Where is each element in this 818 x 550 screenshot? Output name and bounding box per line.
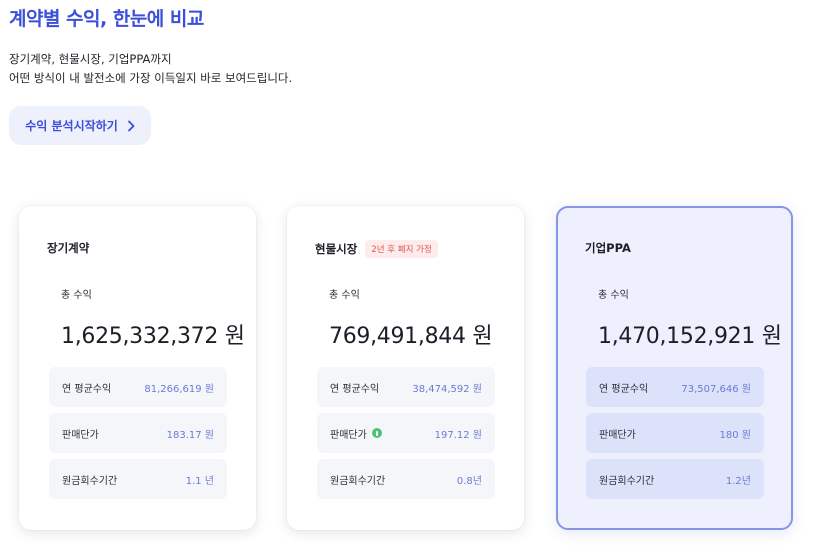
- stat-label-wrap: 판매단가: [330, 426, 382, 441]
- total-revenue-value: 769,491,844 원: [329, 324, 493, 349]
- stat-label: 연 평균수익: [330, 383, 380, 395]
- total-revenue-value: 1,625,332,372 원: [61, 324, 245, 349]
- start-analysis-button[interactable]: 수익 분석시작하기: [9, 106, 151, 145]
- stat-label: 판매단가: [330, 429, 367, 441]
- stat-value: 81,266,619 원: [144, 383, 214, 395]
- card-title-text: 현물시장: [315, 242, 358, 256]
- stat-sale-price: 판매단가 183.17 원: [49, 413, 227, 453]
- stat-value: 38,474,592 원: [412, 383, 482, 395]
- total-revenue-label: 총 수익: [329, 290, 360, 301]
- stat-value: 183.17 원: [166, 429, 214, 441]
- page-title: 계약별 수익, 한눈에 비교: [9, 8, 204, 30]
- stat-label: 판매단가: [599, 429, 636, 441]
- stat-annual-average-revenue: 연 평균수익 38,474,592 원: [317, 367, 495, 407]
- stat-value: 1.1 년: [185, 475, 214, 487]
- page-description: 장기계약, 현물시장, 기업PPA까지 어떤 방식이 내 발전소에 가장 이득일…: [9, 50, 292, 88]
- start-analysis-label: 수익 분석시작하기: [25, 119, 118, 133]
- card-long-term-contract[interactable]: 장기계약 총 수익 1,625,332,372 원 연 평균수익 81,266,…: [19, 206, 256, 530]
- stat-value: 73,507,646 원: [681, 383, 751, 395]
- total-revenue-label: 총 수익: [598, 290, 629, 301]
- stat-value: 0.8년: [456, 475, 482, 487]
- stat-label: 원금회수기간: [62, 475, 118, 487]
- card-title-text: 장기계약: [47, 241, 90, 255]
- stat-annual-average-revenue: 연 평균수익 81,266,619 원: [49, 367, 227, 407]
- stat-value: 197.12 원: [434, 429, 482, 441]
- stat-payback-period: 원금회수기간 1.2년: [586, 459, 764, 499]
- card-spot-market[interactable]: 현물시장 2년 후 폐지 가정 총 수익 769,491,844 원 연 평균수…: [287, 206, 524, 530]
- stat-label: 판매단가: [62, 429, 99, 441]
- card-title: 장기계약: [47, 240, 89, 256]
- stat-sale-price: 판매단가 180 원: [586, 413, 764, 453]
- card-title-text: 기업PPA: [585, 241, 631, 255]
- stat-annual-average-revenue: 연 평균수익 73,507,646 원: [586, 367, 764, 407]
- total-revenue-value: 1,470,152,921 원: [598, 324, 782, 349]
- info-icon[interactable]: [371, 428, 382, 438]
- stat-label: 연 평균수익: [599, 383, 649, 395]
- stat-label: 연 평균수익: [62, 383, 112, 395]
- card-title: 기업PPA: [585, 240, 631, 256]
- stat-value: 1.2년: [725, 475, 751, 487]
- stat-label: 원금회수기간: [599, 475, 655, 487]
- chevron-right-icon: [127, 120, 135, 131]
- stat-payback-period: 원금회수기간 1.1 년: [49, 459, 227, 499]
- stat-payback-period: 원금회수기간 0.8년: [317, 459, 495, 499]
- description-line-1: 장기계약, 현물시장, 기업PPA까지: [9, 52, 172, 66]
- stat-label: 원금회수기간: [330, 475, 386, 487]
- total-revenue-label: 총 수익: [61, 290, 92, 301]
- stat-value: 180 원: [719, 429, 751, 441]
- card-title: 현물시장 2년 후 폐지 가정: [315, 240, 438, 258]
- description-line-2: 어떤 방식이 내 발전소에 가장 이득일지 바로 보여드립니다.: [9, 71, 293, 85]
- assumption-badge: 2년 후 폐지 가정: [365, 240, 438, 258]
- card-corporate-ppa[interactable]: 기업PPA 총 수익 1,470,152,921 원 연 평균수익 73,507…: [556, 206, 793, 530]
- stat-sale-price: 판매단가 197.12 원: [317, 413, 495, 453]
